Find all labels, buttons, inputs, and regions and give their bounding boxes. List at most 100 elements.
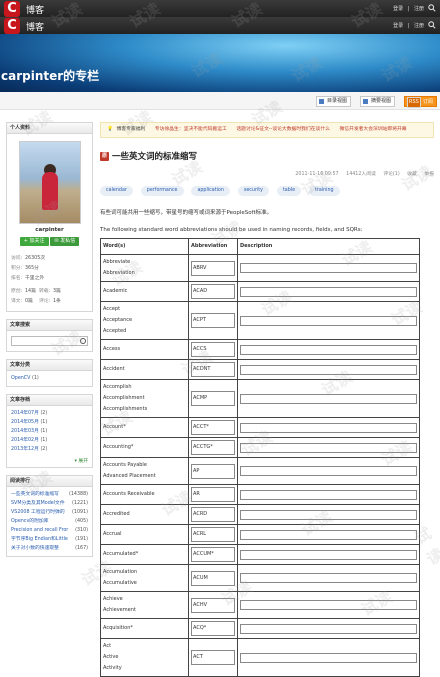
tag-pill[interactable]: security — [237, 186, 269, 196]
word-text: Active — [103, 654, 119, 660]
summary-view-button[interactable]: 摘要视图 — [360, 96, 396, 107]
archive-item[interactable]: 2014年02月 (1) — [11, 436, 88, 445]
abbr-cell: ACCS — [188, 339, 238, 360]
sidebar: 个人资料 carpinter + 加关注 ✉ 发私信 访问: 26305次 积分:… — [6, 122, 93, 564]
ranking-item[interactable]: Precision and recall Fror (310) — [11, 526, 88, 535]
abbr-cell: ACMP — [188, 379, 238, 418]
description-cell — [237, 254, 420, 282]
description-box — [240, 529, 417, 540]
rss-icon: RSS — [407, 97, 421, 108]
abbr-text: ACRD — [191, 507, 235, 522]
description-box — [240, 509, 417, 520]
archive-item[interactable]: 2013年12月 (2) — [11, 445, 88, 454]
table-header: Description — [237, 238, 420, 255]
description-box — [240, 344, 417, 355]
collect-link[interactable]: 收藏 — [407, 172, 417, 177]
notice-link[interactable]: 微信开发者大会深圳站即将开幕 — [339, 127, 406, 132]
panel-header: 文章搜索 — [7, 320, 92, 331]
message-button[interactable]: ✉ 发私信 — [50, 237, 80, 246]
notice-link[interactable]: 专访徐晶生：坚决不能代码搬运工 — [155, 127, 227, 132]
username[interactable]: carpinter — [7, 227, 92, 233]
ranking-item[interactable]: 一些英文词的标准缩写 (14388) — [11, 490, 88, 499]
search-icon[interactable] — [80, 338, 86, 344]
word-text: Accounting* — [103, 444, 134, 450]
word-text: Accounts Receivable — [103, 491, 155, 497]
csdn-logo[interactable]: C — [4, 18, 20, 34]
word-text: Accomplishment — [103, 395, 145, 401]
search-icon[interactable] — [428, 21, 436, 29]
ranking-item[interactable]: 关于对小数的快速取整 (167) — [11, 544, 88, 553]
description-cell — [237, 544, 420, 565]
tag-pill[interactable]: table — [276, 186, 302, 196]
word-text: Accept — [103, 306, 121, 312]
description-cell — [237, 457, 420, 485]
word-cell: Accumulated* — [100, 544, 189, 565]
archive-item[interactable]: 2014年05月 (1) — [11, 418, 88, 427]
abbr-cell: AR — [188, 484, 238, 505]
word-text: Advanced Placement — [103, 473, 156, 479]
archive-item[interactable]: 2014年07月 (2) — [11, 409, 88, 418]
word-cell: Accrual — [100, 524, 189, 545]
word-text: Achievement — [103, 607, 136, 613]
table-row: Accident ACDNT — [100, 359, 420, 380]
table-row: Accounts Payable Advanced Placement AP — [100, 457, 420, 485]
word-cell: Accept Acceptance Accepted — [100, 301, 189, 340]
word-text: Accumulation — [103, 569, 138, 575]
tag-pill[interactable]: performance — [140, 186, 184, 196]
panel-header: 阅读排行 — [7, 476, 92, 487]
notice-link[interactable]: 博客专家福利 — [117, 127, 146, 132]
search-input[interactable] — [11, 336, 88, 346]
abbr-text: ACQ* — [191, 621, 235, 636]
word-cell: Abbreviate Abbreviation — [100, 254, 189, 282]
table-row: Act Active Activity ACT — [100, 638, 420, 677]
abbreviation-table: Word(s) Abbreviation Description Abbrevi… — [100, 238, 420, 677]
search-icon[interactable] — [428, 4, 436, 12]
rss-subscribe-button[interactable]: RSS 订阅 — [404, 96, 437, 108]
ranking-item[interactable]: VS2008 工程运行时弹的 (1091) — [11, 508, 88, 517]
expand-link[interactable]: ▾ 展开 — [7, 457, 92, 467]
category-item[interactable]: OpenCV (1) — [11, 374, 88, 383]
profile-panel: 个人资料 carpinter + 加关注 ✉ 发私信 访问: 26305次 积分:… — [6, 122, 93, 312]
register-link[interactable]: 注册 — [414, 23, 424, 29]
blog-title[interactable]: carpinter的专栏 — [1, 67, 99, 84]
abbr-text: ACHV — [191, 597, 235, 613]
ranking-item[interactable]: 字节序Big Endian和Little (191) — [11, 535, 88, 544]
word-text: Achieve — [103, 596, 123, 602]
word-text: Act — [103, 643, 112, 649]
csdn-logo[interactable]: C — [4, 1, 20, 17]
description-cell — [237, 437, 420, 458]
abbr-text: ACAD — [191, 284, 235, 299]
abbr-cell: ACT — [188, 638, 238, 677]
word-text: Abbreviation — [103, 270, 135, 276]
tag-pill[interactable]: training — [308, 186, 340, 196]
follow-button[interactable]: + 加关注 — [19, 237, 49, 246]
tag-pill[interactable]: calendar — [100, 186, 133, 196]
description-box — [240, 652, 417, 663]
ranking-item[interactable]: SVM分类及其Model文件 (1221) — [11, 499, 88, 508]
catalog-view-button[interactable]: 目录视图 — [316, 96, 352, 107]
avatar[interactable] — [18, 141, 81, 224]
abbr-text: ACPT — [191, 313, 235, 328]
comments-link[interactable]: 评论(1) — [383, 172, 399, 177]
login-link[interactable]: 登录 — [393, 6, 403, 12]
report-link[interactable]: 举报 — [424, 172, 434, 177]
table-header: Word(s) — [100, 238, 189, 255]
ranking-item[interactable]: Opencv的附加库 (405) — [11, 517, 88, 526]
description-box — [240, 315, 417, 326]
notice-link[interactable]: 话题讨论&征文--谈论大数据时我们在谈什么 — [236, 127, 330, 132]
article-meta: 2011-11-16 09:57 14412人阅读 评论(1) 收藏 举报 — [100, 170, 434, 177]
abbr-cell: ACCUM* — [188, 544, 238, 565]
tag-pill[interactable]: application — [191, 186, 230, 196]
abbr-text: AP — [191, 463, 235, 479]
abbr-cell: AP — [188, 457, 238, 485]
archive-panel: 文章存档 2014年07月 (2) 2014年05月 (1) 2014年03月 … — [6, 394, 93, 468]
description-cell — [237, 301, 420, 340]
word-cell: Accredited — [100, 504, 189, 525]
word-text: Abbreviate — [103, 259, 131, 265]
abbr-cell: ABRV — [188, 254, 238, 282]
register-link[interactable]: 注册 — [414, 6, 424, 12]
abbr-cell: ACRL — [188, 524, 238, 545]
archive-item[interactable]: 2014年03月 (1) — [11, 427, 88, 436]
word-cell: Act Active Activity — [100, 638, 189, 677]
login-link[interactable]: 登录 — [393, 23, 403, 29]
